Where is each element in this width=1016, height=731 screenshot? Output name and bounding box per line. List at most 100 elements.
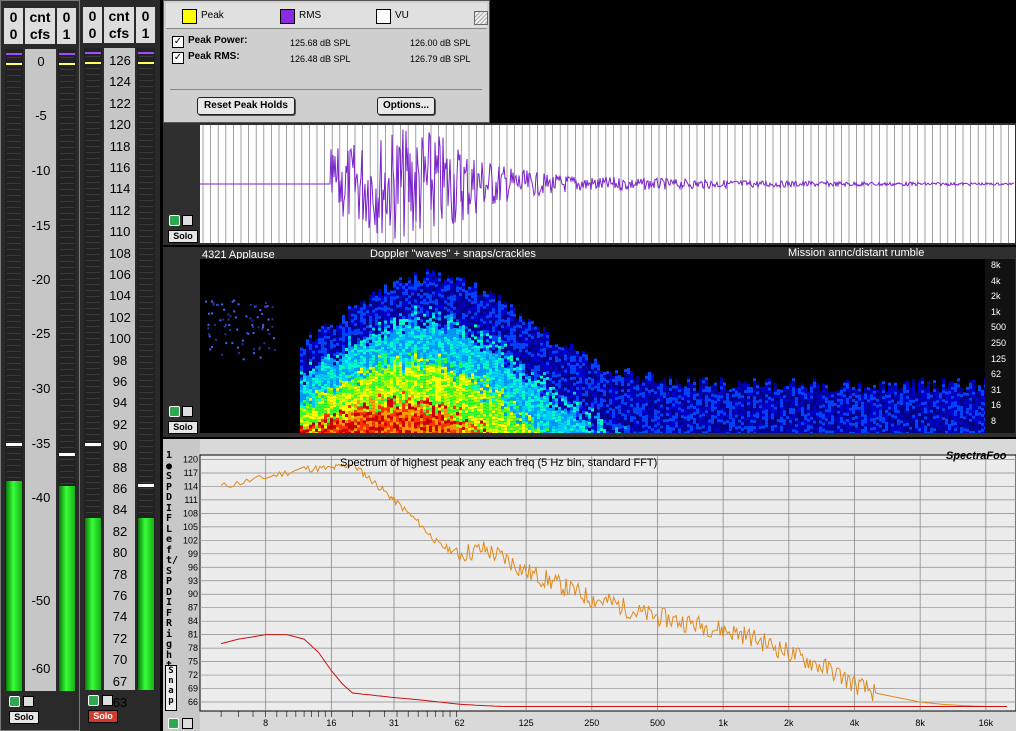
spectrogram-cell	[522, 348, 525, 352]
spectrogram-cell	[519, 349, 522, 353]
spectrogram-cell	[390, 311, 393, 315]
spectrogram-cell	[462, 312, 465, 316]
meter-2-scale-label: 76	[112, 588, 128, 603]
spectrogram-cell	[408, 304, 411, 308]
spectrogram-cell	[375, 406, 378, 410]
spectrogram-cell	[366, 406, 369, 410]
spectrogram-cell	[378, 351, 381, 355]
spectrogram-cell	[387, 316, 390, 320]
spectrogram-cell	[312, 353, 315, 357]
waveform-view[interactable]	[200, 125, 1015, 243]
spectrogram-cell	[429, 288, 432, 292]
spectrogram-cell	[396, 352, 399, 356]
spectrogram-cell	[564, 387, 567, 391]
spectrogram-cell	[633, 422, 636, 426]
spectrogram-cell	[552, 392, 555, 396]
spectrogram-cell	[411, 352, 414, 356]
spectrogram-cell	[375, 412, 378, 416]
spectrogram-view[interactable]	[200, 259, 985, 433]
spectrogram-cell	[312, 371, 315, 375]
spectrogram-cell	[567, 368, 570, 372]
spectrogram-cell	[399, 292, 402, 296]
meter-1-segment	[60, 201, 74, 202]
spectrogram-cell	[411, 334, 414, 338]
spectrogram-cell	[546, 392, 549, 396]
spectrogram-cell	[309, 361, 312, 365]
spectrogram-cell	[588, 382, 591, 386]
spectrogram-cell	[600, 410, 603, 414]
meter-2-solo-button[interactable]: Solo	[88, 710, 118, 723]
spectrogram-cell	[453, 417, 456, 421]
spectrogram-cell	[630, 392, 633, 396]
spectrogram-cell	[423, 283, 426, 287]
spectrogram-cell	[498, 402, 501, 406]
spectrogram-cell	[333, 341, 336, 345]
spectrogram-cell	[405, 306, 408, 310]
spectrogram-cell	[561, 374, 564, 378]
spectrogram-cell	[420, 412, 423, 416]
spectrogram-cell	[516, 327, 519, 331]
spectrogram-cell	[438, 329, 441, 333]
spectrogram-cell	[573, 400, 576, 404]
spectrogram-cell	[567, 347, 570, 351]
spectrogram-cell	[444, 375, 447, 379]
spectrogram-cell	[498, 399, 501, 403]
meter-1-segment	[7, 285, 21, 286]
spectrogram-cell	[405, 348, 408, 352]
options-button[interactable]: Options...	[377, 97, 435, 115]
spectrogram-cell	[432, 366, 435, 370]
resize-grip-icon[interactable]	[474, 11, 488, 25]
meter-1-power-icon[interactable]	[9, 696, 20, 707]
waveform-settings-icon[interactable]	[182, 215, 193, 226]
spectrogram-cell	[480, 366, 483, 370]
spectrogram-cell	[558, 382, 561, 386]
spectrogram-cell	[501, 409, 504, 413]
spectrogram-cell	[537, 335, 540, 339]
spectrogram-cell	[615, 400, 618, 404]
spectrogram-cell	[576, 429, 579, 433]
spectrogram-cell	[456, 340, 459, 344]
spectrogram-cell	[576, 387, 579, 391]
spectrogram-cell	[330, 384, 333, 388]
peak-rms-checkbox[interactable]: ✓	[172, 52, 184, 64]
spectrogram-cell	[486, 300, 489, 304]
spectrogram-cell	[480, 303, 483, 307]
spectrogram-cell	[588, 361, 591, 365]
spectrogram-cell	[327, 368, 330, 372]
spectrogram-cell	[609, 371, 612, 375]
spectrogram-cell	[600, 386, 603, 390]
spectrogram-cell	[453, 426, 456, 430]
spectrogram-cell	[483, 302, 486, 306]
meter-2-power-icon[interactable]	[88, 695, 99, 706]
spectrogram-cell	[312, 392, 315, 396]
spectrogram-cell	[642, 385, 645, 389]
spectrogram-cell	[516, 429, 519, 433]
spectrogram-cell	[429, 387, 432, 391]
spectrogram-cell	[528, 378, 531, 382]
spectrogram-cell	[330, 417, 333, 421]
spectrogram-cell	[486, 396, 489, 400]
waveform-power-icon[interactable]	[169, 215, 180, 226]
spectrogram-cell	[423, 367, 426, 371]
spectrogram-cell	[381, 424, 384, 428]
spectrogram-cell	[366, 349, 369, 353]
spectrogram-cell	[342, 380, 345, 384]
spectrogram-cell	[396, 307, 399, 311]
meter-2-settings-icon[interactable]	[102, 695, 113, 706]
waveform-solo-button[interactable]: Solo	[168, 230, 198, 243]
spectrogram-cell	[462, 285, 465, 289]
reset-peak-holds-button[interactable]: Reset Peak Holds	[197, 97, 295, 115]
spectrogram-cell	[486, 309, 489, 313]
spectrogram-cell	[621, 386, 624, 390]
meter-1-settings-icon[interactable]	[23, 696, 34, 707]
spectrogram-cell	[384, 428, 387, 432]
spectrogram-cell	[465, 422, 468, 426]
spectrogram-cell	[399, 418, 402, 422]
spectrogram-cell	[342, 404, 345, 408]
spectrogram-cell	[564, 417, 567, 421]
spectrogram-cell	[315, 404, 318, 408]
peak-power-checkbox[interactable]: ✓	[172, 36, 184, 48]
spectrogram-cell	[516, 348, 519, 352]
spectrogram-cell	[336, 417, 339, 421]
meter-1-solo-button[interactable]: Solo	[9, 711, 39, 724]
